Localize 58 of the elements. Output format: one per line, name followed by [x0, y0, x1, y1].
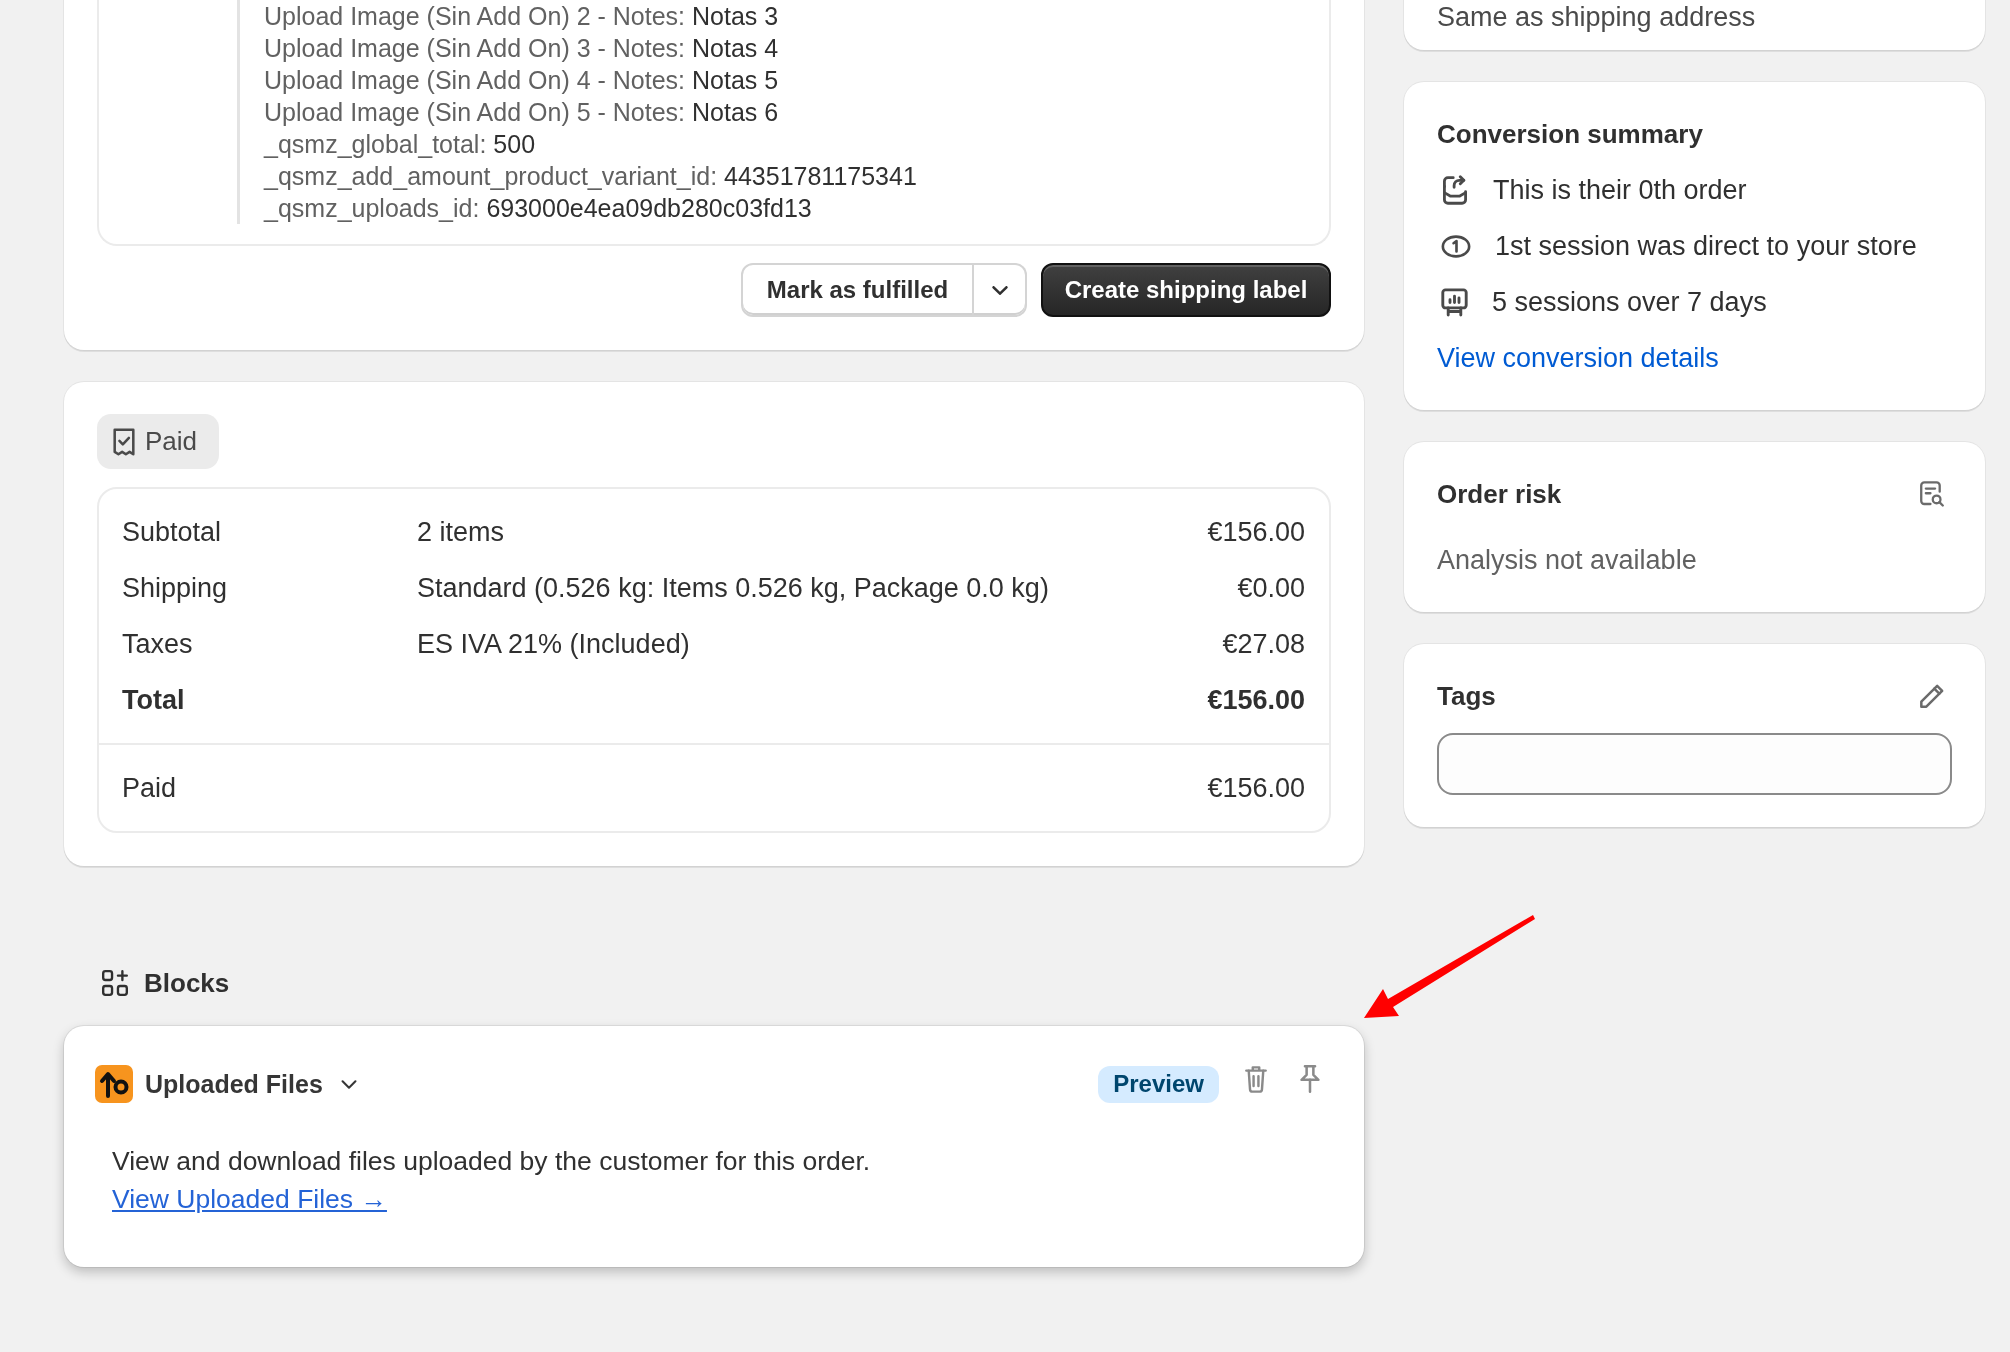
receipt-check-icon	[113, 427, 135, 456]
summary-amount: €27.08	[1222, 628, 1305, 660]
property-label: _qsmz_uploads_id:	[264, 194, 480, 222]
property-label: Upload Image (Sin Add On) 2 - Notes:	[264, 2, 686, 30]
conversion-text: This is their 0th order	[1493, 174, 1747, 207]
property-value: Notas 5	[692, 66, 779, 94]
conversion-text: 1st session was direct to your store	[1495, 230, 1917, 263]
property-value: Notas 3	[692, 2, 779, 30]
summary-label: Shipping	[122, 572, 229, 604]
summary-amount: €156.00	[1207, 516, 1305, 548]
view-files-link[interactable]: View Uploaded Files →	[112, 1180, 387, 1218]
block-description: View and download files uploaded by the customer for this order.	[112, 1145, 871, 1178]
property-label: Upload Image (Sin Add On) 3 - Notes:	[264, 34, 686, 62]
billing-address-text: Same as shipping address	[1437, 1, 1757, 34]
create-label-button[interactable]: Create shipping label	[1041, 263, 1331, 317]
summary-description: Standard (0.526 kg: Items 0.526 kg, Package 0.0 kg)	[417, 572, 1050, 604]
numbered-circle-icon	[1441, 234, 1471, 258]
summary-label: Subtotal	[122, 516, 223, 548]
property-label: Upload Image (Sin Add On) 4 - Notes:	[264, 66, 686, 94]
chart-board-icon	[1441, 287, 1468, 317]
card-title: Conversion summary	[1437, 118, 1704, 151]
property-value: 44351781175341	[724, 162, 917, 190]
property-value: Notas 4	[692, 34, 779, 62]
payment-status: Paid	[145, 426, 198, 457]
card-title: Tags	[1437, 680, 1496, 713]
summary-amount: €0.00	[1237, 572, 1305, 604]
property-label: Upload Image (Sin Add On) 5 - Notes:	[264, 98, 686, 126]
document-search-icon[interactable]	[1920, 481, 1944, 507]
pin-icon[interactable]	[1300, 1065, 1320, 1093]
mark-fulfilled-button[interactable]: Mark as fulfilled	[741, 263, 974, 317]
trash-icon[interactable]	[1245, 1065, 1267, 1093]
property-value: 693000e4ea09db280c03fd13	[486, 194, 812, 222]
order-box-icon	[1441, 175, 1469, 205]
property-value: Notas 6	[692, 98, 779, 126]
summary-label: Paid	[122, 772, 178, 804]
blocks-grid-icon	[102, 970, 128, 996]
conversion-text: 5 sessions over 7 days	[1492, 286, 1767, 319]
property-label: _qsmz_add_amount_product_variant_id:	[264, 162, 718, 190]
summary-amount: €156.00	[1207, 684, 1305, 716]
pencil-icon[interactable]	[1920, 684, 1944, 708]
summary-amount: €156.00	[1207, 772, 1305, 804]
card-title: Order risk	[1437, 478, 1562, 511]
chevron-down-icon	[991, 285, 1008, 295]
summary-description: 2 items	[417, 516, 506, 548]
chevron-down-icon	[340, 1079, 357, 1089]
summary-label: Taxes	[122, 628, 194, 660]
conversion-details-link[interactable]: View conversion details	[1437, 338, 1719, 378]
block-title-dropdown[interactable]: Uploaded Files	[145, 1069, 357, 1099]
more-actions-button[interactable]	[974, 263, 1027, 317]
risk-status-text: Analysis not available	[1437, 544, 1698, 577]
summary-description: ES IVA 21% (Included)	[417, 628, 691, 660]
app-logo-icon	[95, 1065, 133, 1103]
property-value: 500	[493, 130, 536, 158]
property-label: _qsmz_global_total:	[264, 130, 487, 158]
blocks-heading: Blocks	[144, 967, 230, 999]
tags-input[interactable]	[1437, 733, 1952, 795]
preview-badge: Preview	[1098, 1065, 1219, 1103]
summary-label: Total	[122, 684, 186, 716]
